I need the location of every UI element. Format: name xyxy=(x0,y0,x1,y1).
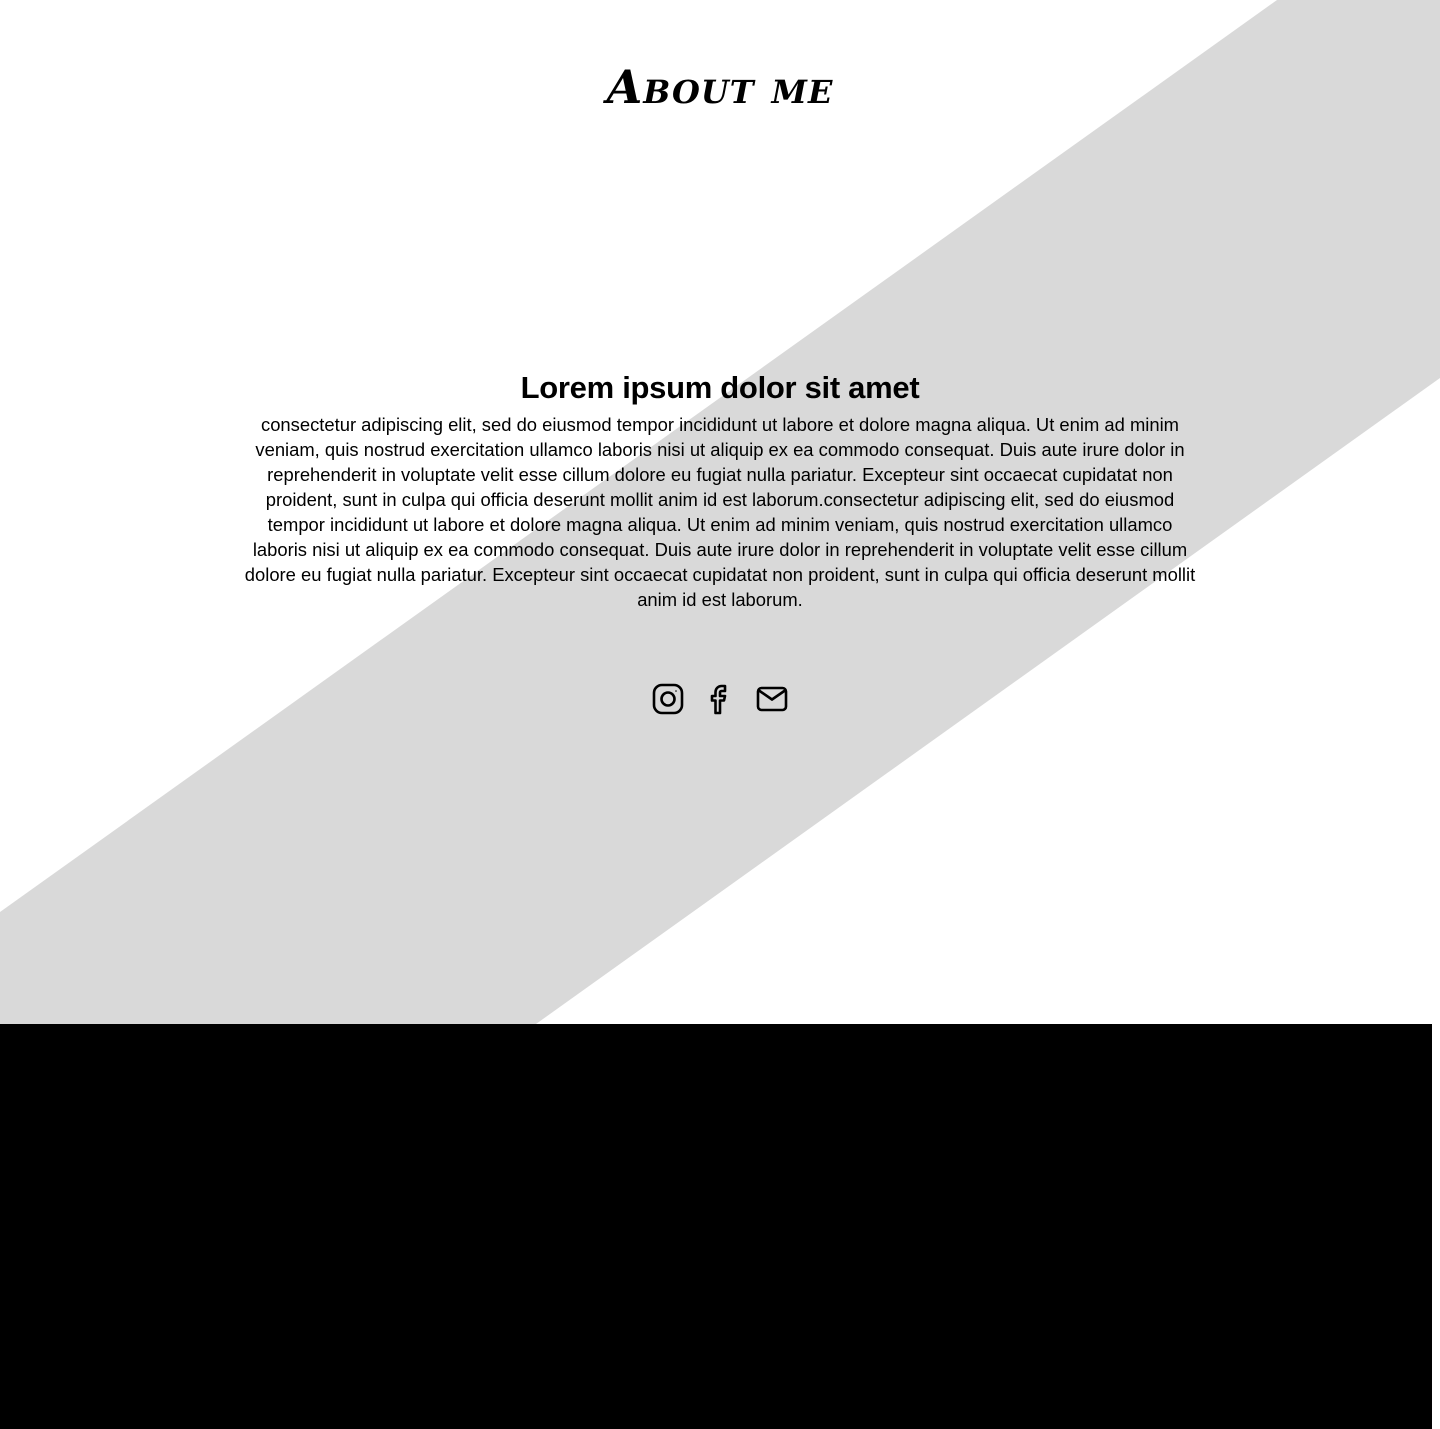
instagram-icon xyxy=(652,683,684,715)
instagram-link[interactable] xyxy=(651,682,685,716)
facebook-icon xyxy=(710,684,727,715)
social-links xyxy=(0,682,1440,716)
about-section: About me Lorem ipsum dolor sit amet cons… xyxy=(0,0,1440,1024)
about-headline: Lorem ipsum dolor sit amet xyxy=(520,370,920,405)
about-content: Lorem ipsum dolor sit amet consectetur a… xyxy=(240,368,1200,612)
mail-icon xyxy=(756,686,788,712)
facebook-link[interactable] xyxy=(703,682,737,716)
mail-link[interactable] xyxy=(755,682,789,716)
about-body-text: consectetur adipiscing elit, sed do eius… xyxy=(244,414,1196,610)
footer xyxy=(0,1024,1432,1429)
page-title: About me xyxy=(606,60,834,114)
